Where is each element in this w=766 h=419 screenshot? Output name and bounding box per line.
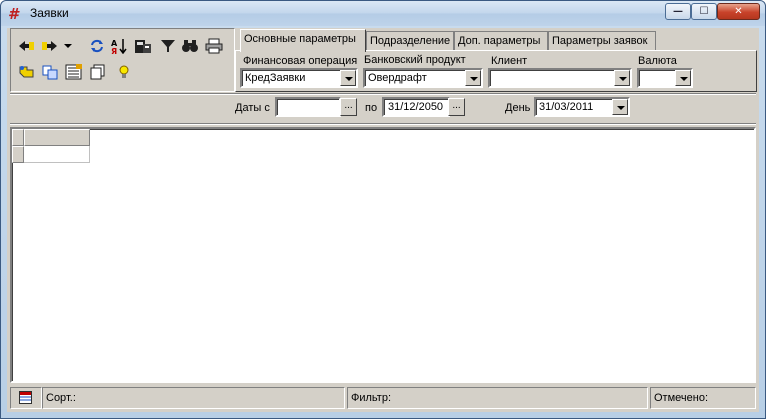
- bank-product-value: Овердрафт: [368, 72, 427, 84]
- currency-label: Валюта: [638, 55, 677, 67]
- date-from-field[interactable]: [275, 97, 341, 117]
- marked-status-panel: Отмечено:: [650, 387, 756, 409]
- date-to-value: 31/12/2050: [388, 101, 444, 113]
- title-bar[interactable]: # Заявки — ☐ ✕: [1, 1, 765, 26]
- refresh-icon[interactable]: [88, 38, 106, 54]
- chevron-down-icon[interactable]: [675, 70, 691, 86]
- grid-cell[interactable]: [24, 146, 90, 163]
- tab-main-params[interactable]: Основные параметры: [240, 29, 366, 52]
- bulb-icon[interactable]: [115, 64, 133, 80]
- app-hash-icon: #: [8, 5, 19, 23]
- close-button[interactable]: ✕: [717, 3, 760, 20]
- bank-product-label: Банковский продукт: [364, 54, 466, 66]
- toolbar: AЯ: [10, 28, 235, 92]
- grid-row-header[interactable]: [12, 146, 24, 163]
- binoculars-icon[interactable]: [181, 38, 199, 54]
- maximize-button[interactable]: ☐: [691, 3, 717, 20]
- report-icon[interactable]: [65, 64, 83, 80]
- tab-request-params[interactable]: Параметры заявок: [548, 31, 656, 51]
- arrow-left-icon[interactable]: [17, 38, 35, 54]
- svg-text:Я: Я: [111, 47, 117, 54]
- client-select[interactable]: [488, 68, 632, 88]
- day-value: 31/03/2011: [539, 101, 594, 113]
- sort-icon[interactable]: AЯ: [110, 38, 128, 54]
- tab-strip: Основные параметры Подразделение Доп. па…: [235, 29, 755, 52]
- client-label: Клиент: [491, 55, 528, 67]
- minimize-button[interactable]: —: [665, 3, 691, 20]
- date-from-picker-button[interactable]: ...: [340, 98, 357, 116]
- filter-separator: [10, 123, 756, 125]
- grid-column-header[interactable]: [24, 129, 90, 146]
- date-to-picker-button[interactable]: ...: [448, 98, 465, 116]
- window-title: Заявки: [30, 6, 69, 20]
- status-grid-panel[interactable]: [10, 387, 42, 409]
- grid-settings-icon[interactable]: [19, 391, 32, 404]
- date-from-label: Даты с: [235, 102, 270, 114]
- pointer-icon[interactable]: [17, 64, 35, 80]
- pages-icon[interactable]: [89, 64, 107, 80]
- copy-icon[interactable]: [41, 64, 59, 80]
- currency-select[interactable]: [637, 68, 693, 88]
- status-bar: Сорт.: Фильтр: Отмечено:: [10, 387, 756, 409]
- sort-status-panel: Сорт.:: [42, 387, 345, 409]
- calculator-icon[interactable]: [134, 38, 152, 54]
- bank-product-select[interactable]: Овердрафт: [363, 68, 483, 88]
- toolbar-separator: [10, 93, 756, 95]
- data-grid[interactable]: [10, 127, 756, 383]
- financial-operation-value: КредЗаявки: [245, 72, 306, 84]
- application-window: # Заявки — ☐ ✕ AЯ Основные параметры Под…: [0, 0, 766, 419]
- tab-extra-params[interactable]: Доп. параметры: [454, 31, 548, 51]
- tab-division[interactable]: Подразделение: [366, 31, 454, 51]
- date-to-field[interactable]: 31/12/2050: [382, 97, 450, 117]
- chevron-down-icon[interactable]: [340, 70, 356, 86]
- dropdown-arrow-icon[interactable]: [63, 38, 73, 54]
- financial-operation-label: Финансовая операция: [243, 55, 358, 67]
- grid-corner-cell[interactable]: [12, 129, 24, 146]
- filter-icon[interactable]: [159, 38, 177, 54]
- chevron-down-icon[interactable]: [614, 70, 630, 86]
- chevron-down-icon[interactable]: [612, 99, 628, 115]
- chevron-down-icon[interactable]: [465, 70, 481, 86]
- financial-operation-select[interactable]: КредЗаявки: [240, 68, 358, 88]
- arrow-right-icon[interactable]: [41, 38, 59, 54]
- day-label: День: [505, 102, 531, 114]
- day-select[interactable]: 31/03/2011: [534, 97, 630, 117]
- printer-icon[interactable]: [205, 38, 223, 54]
- filter-status-panel: Фильтр:: [347, 387, 648, 409]
- date-to-label: по: [365, 102, 378, 114]
- client-area: AЯ Основные параметры Подразделение Доп.…: [7, 28, 759, 412]
